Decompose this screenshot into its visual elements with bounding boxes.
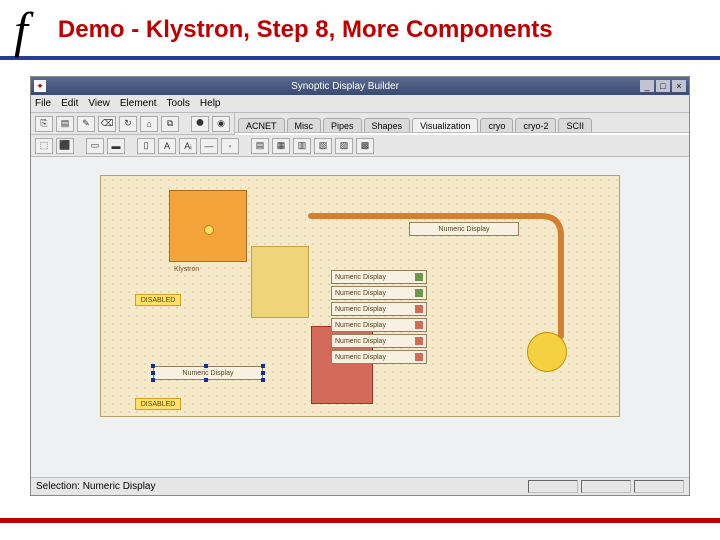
status-dot-icon <box>415 337 423 345</box>
numeric-display-label: Numeric Display <box>335 290 386 297</box>
numeric-display-label: Numeric Display <box>335 306 386 313</box>
tool-home-icon[interactable]: ⌂ <box>140 116 158 132</box>
vis-box1-icon[interactable]: ⬚ <box>35 138 53 154</box>
vis-textA-icon[interactable]: A <box>158 138 176 154</box>
vis-rect1-icon[interactable]: ▭ <box>86 138 104 154</box>
vis-g4-icon[interactable]: ▧ <box>314 138 332 154</box>
status-dot-icon <box>415 273 423 281</box>
menu-element[interactable]: Element <box>120 98 157 109</box>
numeric-display-5[interactable]: Numeric Display <box>331 334 427 348</box>
vis-g3-icon[interactable]: ▥ <box>293 138 311 154</box>
vis-box2-icon[interactable]: ⬛ <box>56 138 74 154</box>
vis-line-icon[interactable]: — <box>200 138 218 154</box>
numeric-display-label: Numeric Display <box>335 274 386 281</box>
header-rule <box>0 56 720 60</box>
menu-tools[interactable]: Tools <box>167 98 190 109</box>
menu-view[interactable]: View <box>88 98 110 109</box>
tab-acnet[interactable]: ACNET <box>238 118 285 132</box>
selection-handle-icon[interactable] <box>261 371 265 375</box>
numeric-display-label: Numeric Display <box>335 322 386 329</box>
app-window: ✦ Synoptic Display Builder _ □ × File Ed… <box>30 76 690 496</box>
status-dot-icon <box>415 289 423 297</box>
modulator-shape[interactable] <box>251 246 309 318</box>
tab-cryo[interactable]: cryo <box>480 118 513 132</box>
tool-save-icon[interactable]: ⌫ <box>98 116 116 132</box>
selection-handle-icon[interactable] <box>261 378 265 382</box>
selection-handle-icon[interactable] <box>261 364 265 368</box>
numeric-display-top-label: Numeric Display <box>439 226 490 233</box>
status-cell <box>581 480 631 493</box>
selection-handle-icon[interactable] <box>204 364 208 368</box>
vis-dot-icon[interactable]: ◦ <box>221 138 239 154</box>
cavity-circle[interactable] <box>527 332 567 372</box>
design-canvas[interactable]: Klystron DISABLED DISABLED Numeric Displ… <box>100 175 620 417</box>
slide-logo: f <box>14 1 28 59</box>
vis-textAi-icon[interactable]: Aᵢ <box>179 138 197 154</box>
selection-handle-icon[interactable] <box>204 378 208 382</box>
tab-shapes[interactable]: Shapes <box>364 118 411 132</box>
vis-g2-icon[interactable]: ▦ <box>272 138 290 154</box>
tab-misc[interactable]: Misc <box>287 118 322 132</box>
numeric-display-2[interactable]: Numeric Display <box>331 286 427 300</box>
tool-open-icon[interactable]: ▤ <box>56 116 74 132</box>
footer-rule <box>0 518 720 523</box>
menu-edit[interactable]: Edit <box>61 98 78 109</box>
status-dot-icon <box>415 305 423 313</box>
vis-rect2-icon[interactable]: ▬ <box>107 138 125 154</box>
close-button[interactable]: × <box>672 80 686 92</box>
status-bar: Selection: Numeric Display <box>31 477 689 495</box>
menubar: File Edit View Element Tools Help <box>31 95 689 113</box>
vis-bar-icon[interactable]: ▯ <box>137 138 155 154</box>
menu-help[interactable]: Help <box>200 98 221 109</box>
tool-target-icon[interactable]: ◉ <box>212 116 230 132</box>
slide-title: Demo - Klystron, Step 8, More Components <box>58 16 553 44</box>
selection-handle-icon[interactable] <box>151 378 155 382</box>
tab-pipes[interactable]: Pipes <box>323 118 362 132</box>
numeric-display-selected[interactable]: Numeric Display <box>153 366 263 380</box>
tool-edit-icon[interactable]: ✎ <box>77 116 95 132</box>
tab-cryo2[interactable]: cryo-2 <box>515 118 556 132</box>
tool-refresh-icon[interactable]: ↻ <box>119 116 137 132</box>
status-chip-1[interactable]: DISABLED <box>135 294 181 306</box>
tab-scii[interactable]: SCII <box>558 118 592 132</box>
status-dot-icon <box>415 353 423 361</box>
selection-handle-icon[interactable] <box>151 371 155 375</box>
titlebar[interactable]: ✦ Synoptic Display Builder _ □ × <box>31 77 689 95</box>
tab-visualization[interactable]: Visualization <box>412 118 478 132</box>
klystron-component[interactable]: Klystron <box>169 190 247 262</box>
menu-file[interactable]: File <box>35 98 51 109</box>
numeric-display-label: Numeric Display <box>335 354 386 361</box>
vis-g1-icon[interactable]: ▤ <box>251 138 269 154</box>
window-title: Synoptic Display Builder <box>50 81 640 92</box>
numeric-display-selected-label: Numeric Display <box>183 370 234 377</box>
status-dot-icon <box>415 321 423 329</box>
klystron-label: Klystron <box>174 266 199 273</box>
maximize-button[interactable]: □ <box>656 80 670 92</box>
numeric-display-6[interactable]: Numeric Display <box>331 350 427 364</box>
numeric-display-1[interactable]: Numeric Display <box>331 270 427 284</box>
tool-group-icon[interactable]: ⯃ <box>191 116 209 132</box>
minimize-button[interactable]: _ <box>640 80 654 92</box>
canvas-viewport[interactable]: Klystron DISABLED DISABLED Numeric Displ… <box>31 157 689 477</box>
tool-new-icon[interactable]: ⎘ <box>35 116 53 132</box>
app-icon: ✦ <box>34 80 46 92</box>
selection-handle-icon[interactable] <box>151 364 155 368</box>
numeric-display-3[interactable]: Numeric Display <box>331 302 427 316</box>
status-cell <box>528 480 578 493</box>
klystron-led-icon <box>204 225 214 235</box>
vis-g5-icon[interactable]: ▨ <box>335 138 353 154</box>
numeric-display-label: Numeric Display <box>335 338 386 345</box>
status-text: Selection: Numeric Display <box>36 481 156 492</box>
numeric-display-4[interactable]: Numeric Display <box>331 318 427 332</box>
status-chip-2[interactable]: DISABLED <box>135 398 181 410</box>
status-cell <box>634 480 684 493</box>
tool-dup-icon[interactable]: ⧉ <box>161 116 179 132</box>
numeric-display-top[interactable]: Numeric Display <box>409 222 519 236</box>
vis-g6-icon[interactable]: ▩ <box>356 138 374 154</box>
